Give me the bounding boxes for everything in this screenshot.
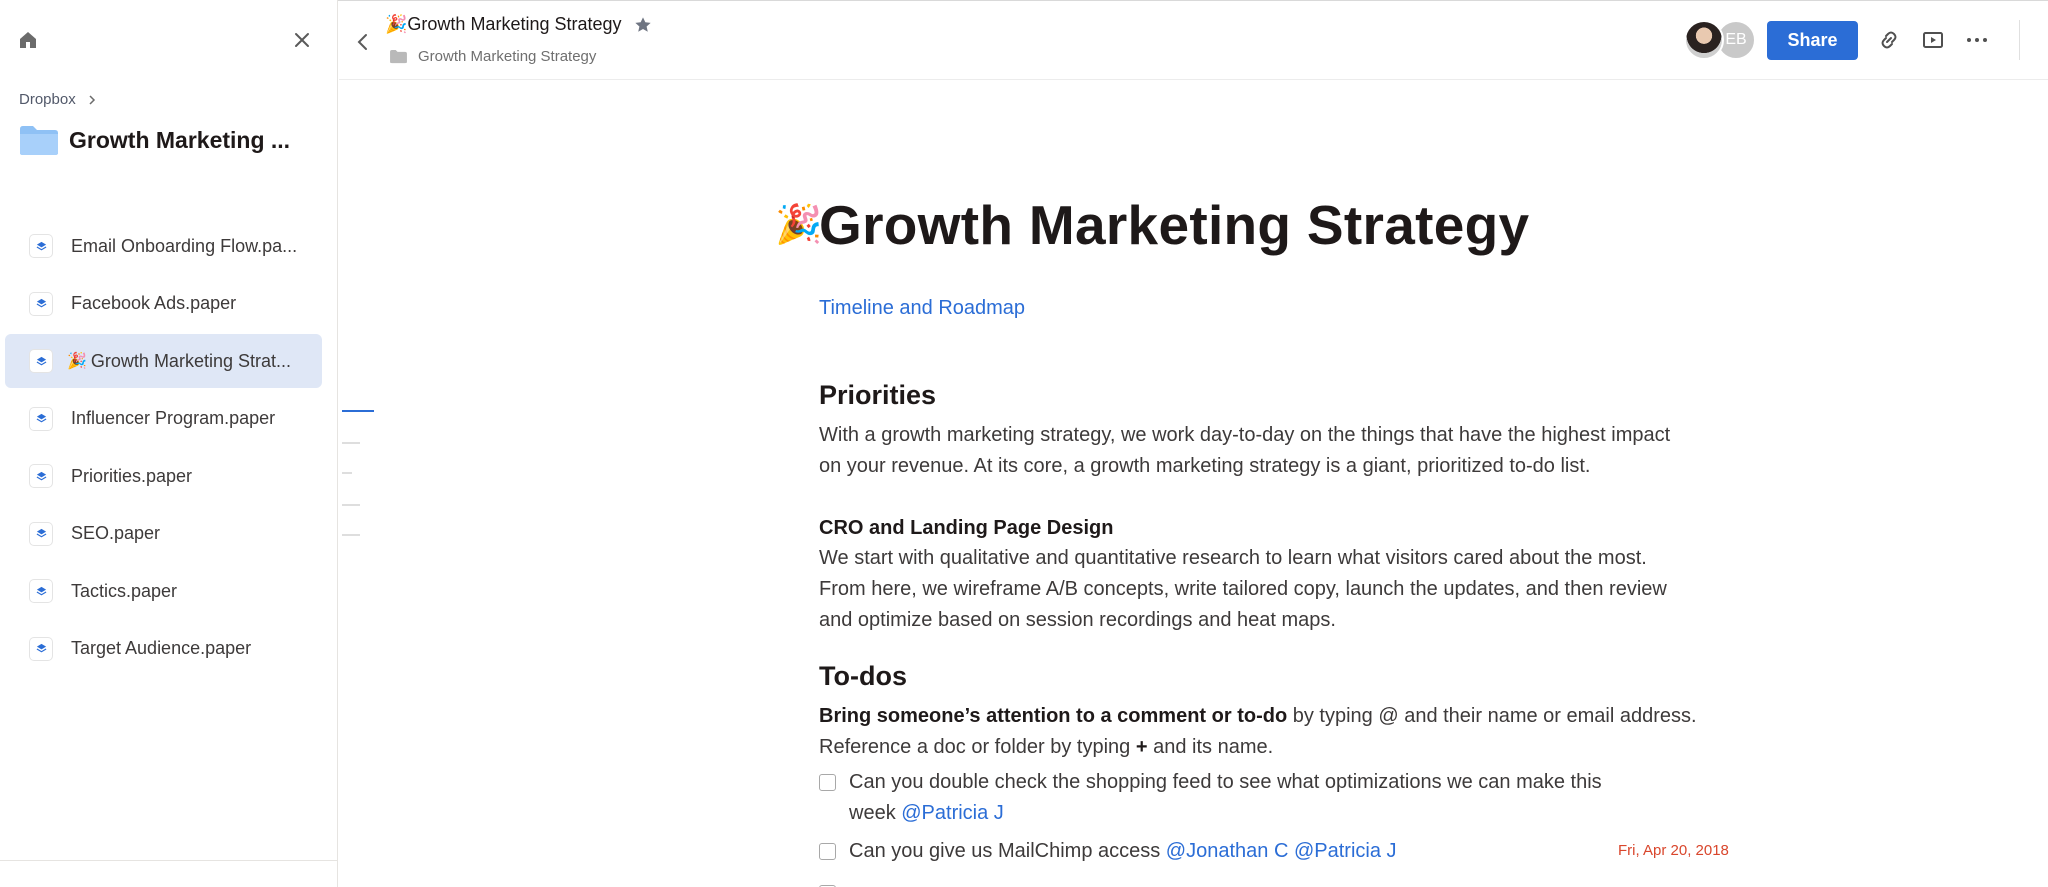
paper-doc-icon xyxy=(30,522,52,545)
doc-title[interactable]: Growth Marketing Strategy xyxy=(819,193,1529,257)
paper-doc-icon xyxy=(30,350,52,372)
todos-intro-bold: Bring someone’s attention to a comment o… xyxy=(819,705,1288,727)
paper-doc-icon xyxy=(30,235,52,257)
header-folder-path[interactable]: Growth Marketing Strategy xyxy=(389,48,596,65)
paper-doc-icon xyxy=(30,637,52,660)
todos-intro-rest: by typing @ and their name or email addr… xyxy=(1287,705,1697,727)
todos-line2-b: and its name. xyxy=(1147,736,1274,758)
todo-checkbox[interactable] xyxy=(819,843,836,860)
sidebar-file-item[interactable]: Influencer Program.paper xyxy=(5,392,322,446)
mention-link[interactable]: @Patricia J xyxy=(1294,840,1397,862)
todos-heading[interactable]: To-dos xyxy=(819,661,907,692)
outline-marker[interactable] xyxy=(342,504,360,506)
todo-checkbox[interactable] xyxy=(819,774,836,791)
todo-item: Can you double check the shopping feed t… xyxy=(819,767,1602,829)
mention-link[interactable]: @Jonathan C xyxy=(1166,840,1289,862)
sidebar: Dropbox Growth Marketing ... Email Onboa… xyxy=(0,0,338,887)
sidebar-file-item[interactable]: Priorities.paper xyxy=(5,449,322,503)
more-options-icon[interactable] xyxy=(1965,28,1989,52)
share-button[interactable]: Share xyxy=(1767,21,1858,60)
paper-doc-icon xyxy=(30,465,52,487)
paper-doc-icon xyxy=(30,407,52,430)
paper-doc-icon xyxy=(30,292,52,315)
breadcrumb-root[interactable]: Dropbox xyxy=(19,91,76,108)
todo1-line1: Can you double check the shopping feed t… xyxy=(849,771,1602,793)
sidebar-footer-divider xyxy=(0,860,338,861)
sidebar-file-label: Influencer Program.paper xyxy=(71,408,276,428)
small-folder-icon xyxy=(390,49,407,64)
todo-item-partial xyxy=(819,878,849,887)
present-icon[interactable] xyxy=(1921,28,1945,52)
sidebar-file-item[interactable]: 🎉 Growth Marketing Strat... xyxy=(5,334,322,388)
avatar-initials: EB xyxy=(1725,31,1747,48)
sidebar-folder-title: Growth Marketing ... xyxy=(69,126,291,153)
header-divider xyxy=(2019,20,2020,60)
sidebar-file-label: SEO.paper xyxy=(71,523,161,543)
star-icon[interactable] xyxy=(634,16,652,34)
sidebar-file-label: Target Audience.paper xyxy=(71,638,252,658)
priorities-line-1: With a growth marketing strategy, we wor… xyxy=(819,424,1671,446)
cro-line-3: and optimize based on session recordings… xyxy=(819,609,1336,631)
outline-marker-active[interactable] xyxy=(342,410,374,412)
cro-line-2: From here, we wireframe A/B concepts, wr… xyxy=(819,578,1667,600)
sidebar-file-list: Email Onboarding Flow.pa... Facebook Ads.… xyxy=(5,219,322,679)
home-icon[interactable] xyxy=(16,28,40,52)
outline-marker[interactable] xyxy=(342,472,352,474)
folder-icon xyxy=(20,126,58,155)
todo-item: Can you give us MailChimp access @Jonath… xyxy=(819,836,1397,867)
due-date-badge[interactable]: Fri, Apr 20, 2018 xyxy=(1618,842,1729,859)
priorities-heading[interactable]: Priorities xyxy=(819,380,936,411)
todos-plus: + xyxy=(1135,736,1148,758)
sidebar-breadcrumb[interactable]: Dropbox xyxy=(19,91,98,108)
todo1-line2: week xyxy=(849,802,902,824)
outline-marker[interactable] xyxy=(342,442,360,444)
todos-intro[interactable]: Bring someone’s attention to a comment o… xyxy=(819,701,1739,763)
todo-text[interactable]: Can you double check the shopping feed t… xyxy=(849,767,1602,829)
outline-marker[interactable] xyxy=(342,534,360,536)
timeline-roadmap-link[interactable]: Timeline and Roadmap xyxy=(819,297,1025,320)
header-title-row: 🎉 Growth Marketing Strategy xyxy=(385,14,652,35)
sidebar-file-item[interactable]: Facebook Ads.paper xyxy=(5,277,322,331)
sidebar-file-label: Priorities.paper xyxy=(71,465,193,486)
link-icon[interactable] xyxy=(1877,28,1901,52)
cro-paragraph[interactable]: We start with qualitative and quantitati… xyxy=(819,543,1739,636)
sidebar-file-item[interactable]: SEO.paper xyxy=(5,507,322,561)
chevron-right-icon xyxy=(89,94,95,105)
sidebar-file-label: Growth Marketing Strat... xyxy=(90,350,291,371)
close-icon[interactable] xyxy=(290,28,314,52)
mention-link[interactable]: @Patricia J xyxy=(901,802,1004,824)
header-path-label[interactable]: Growth Marketing Strategy xyxy=(418,48,596,65)
document-header: 🎉 Growth Marketing Strategy Growth Market… xyxy=(339,0,2048,80)
sidebar-file-item[interactable]: Tactics.paper xyxy=(5,564,322,618)
avatar-photo[interactable] xyxy=(1684,20,1724,60)
sidebar-folder-header: Growth Marketing ... xyxy=(19,124,290,156)
doc-title-emoji: 🎉 xyxy=(775,204,823,246)
sidebar-file-label: Tactics.paper xyxy=(71,580,178,601)
cro-line-1: We start with qualitative and quantitati… xyxy=(819,547,1647,569)
sidebar-file-item[interactable]: Email Onboarding Flow.pa... xyxy=(5,219,322,273)
paper-doc-icon xyxy=(30,580,52,602)
sidebar-file-item[interactable]: Target Audience.paper xyxy=(5,622,322,676)
todo2-text: Can you give us MailChimp access xyxy=(849,840,1166,862)
todo-text[interactable]: Can you give us MailChimp access @Jonath… xyxy=(849,836,1397,867)
header-title-emoji: 🎉 xyxy=(385,14,408,34)
sidebar-file-label: Email Onboarding Flow.pa... xyxy=(71,235,298,256)
cro-heading[interactable]: CRO and Landing Page Design xyxy=(819,517,1113,540)
header-title[interactable]: Growth Marketing Strategy xyxy=(407,14,621,35)
priorities-paragraph[interactable]: With a growth marketing strategy, we wor… xyxy=(819,420,1739,482)
priorities-line-2: on your revenue. At its core, a growth m… xyxy=(819,455,1591,477)
todos-line2-a: Reference a doc or folder by typing xyxy=(819,736,1136,758)
back-chevron-icon[interactable] xyxy=(353,30,373,54)
file-emoji: 🎉 xyxy=(67,353,87,370)
sidebar-file-label: Facebook Ads.paper xyxy=(71,293,237,313)
